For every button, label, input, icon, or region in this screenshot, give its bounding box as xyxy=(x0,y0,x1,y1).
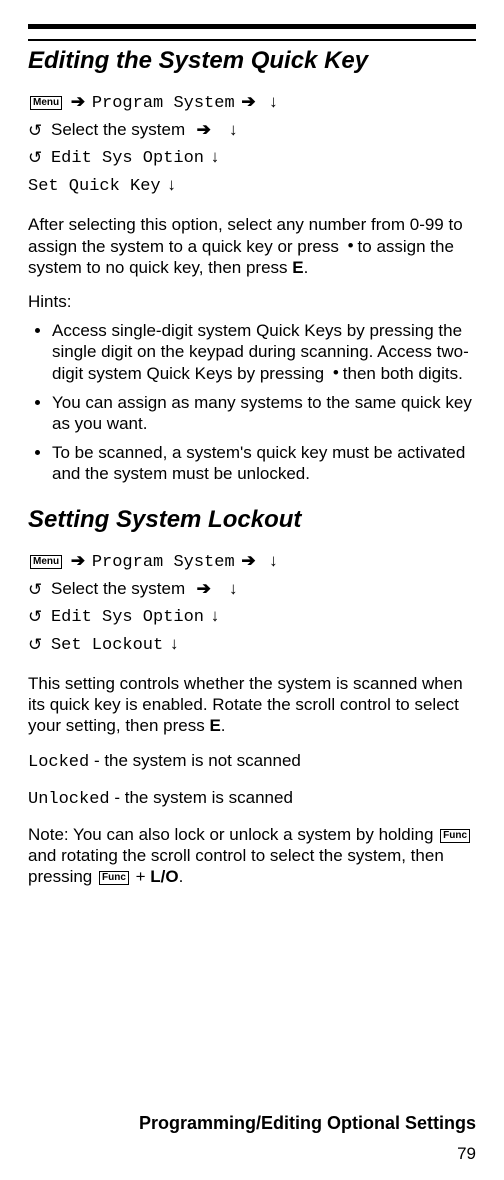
page-number: 79 xyxy=(457,1144,476,1164)
nav-edit-sys-option: Edit Sys Option xyxy=(51,149,204,168)
func-key-icon: Func xyxy=(99,871,129,885)
nav-line-2: Menu ➔ Program System ➔ ↓ ↺ Select the s… xyxy=(28,548,476,659)
right-arrow-icon: ➔ xyxy=(239,92,257,111)
locked-label: Locked xyxy=(28,753,89,772)
nav-select-system-2: Select the system xyxy=(51,579,185,598)
body-paragraph-2: This setting controls whether the system… xyxy=(28,673,476,736)
down-arrow-icon: ↓ xyxy=(267,92,280,111)
nav-select-system: Select the system xyxy=(51,120,185,139)
body-paragraph-1: After selecting this option, select any … xyxy=(28,214,476,278)
menu-key-icon: Menu xyxy=(30,555,62,569)
key-lo: L/O xyxy=(150,867,178,886)
nav-line-1: Menu ➔ Program System ➔ ↓ ↺ Select the s… xyxy=(28,89,476,200)
note-paragraph: Note: You can also lock or unlock a syst… xyxy=(28,824,476,887)
nav-edit-sys-option-2: Edit Sys Option xyxy=(51,608,204,627)
nav-set-quick-key: Set Quick Key xyxy=(28,177,161,196)
nav-set-lockout: Set Lockout xyxy=(51,636,163,655)
list-item: You can assign as many systems to the sa… xyxy=(52,392,476,434)
option-locked: Locked - the system is not scanned xyxy=(28,750,476,773)
rotate-icon: ↺ xyxy=(28,632,42,658)
document-page: Editing the System Quick Key Menu ➔ Prog… xyxy=(0,0,504,887)
right-arrow-icon: ➔ xyxy=(239,551,257,570)
nav-program-system: Program System xyxy=(92,94,235,113)
list-item: To be scanned, a system's quick key must… xyxy=(52,442,476,484)
dot-icon: • xyxy=(344,236,358,255)
down-arrow-icon: ↓ xyxy=(165,175,178,194)
hints-list: Access single-digit system Quick Keys by… xyxy=(28,320,476,484)
top-rule-thick xyxy=(28,24,476,29)
heading-editing-quick-key: Editing the System Quick Key xyxy=(28,47,476,75)
option-unlocked: Unlocked - the system is scanned xyxy=(28,787,476,810)
rotate-icon: ↺ xyxy=(28,604,42,630)
key-e: E xyxy=(292,258,303,277)
rotate-icon: ↺ xyxy=(28,145,42,171)
unlocked-label: Unlocked xyxy=(28,790,110,809)
dot-icon: • xyxy=(329,363,343,382)
down-arrow-icon: ↓ xyxy=(267,551,280,570)
heading-setting-lockout: Setting System Lockout xyxy=(28,506,476,534)
key-e: E xyxy=(209,716,220,735)
down-arrow-icon: ↓ xyxy=(209,606,222,625)
top-rule-thin xyxy=(28,39,476,41)
right-arrow-icon: ➔ xyxy=(195,579,213,598)
down-arrow-icon: ↓ xyxy=(227,579,240,598)
right-arrow-icon: ➔ xyxy=(69,92,87,111)
rotate-icon: ↺ xyxy=(28,577,42,603)
right-arrow-icon: ➔ xyxy=(69,551,87,570)
rotate-icon: ↺ xyxy=(28,118,42,144)
down-arrow-icon: ↓ xyxy=(168,634,181,653)
right-arrow-icon: ➔ xyxy=(195,120,213,139)
list-item: Access single-digit system Quick Keys by… xyxy=(52,320,476,384)
hints-label: Hints: xyxy=(28,292,476,312)
down-arrow-icon: ↓ xyxy=(209,147,222,166)
down-arrow-icon: ↓ xyxy=(227,120,240,139)
func-key-icon: Func xyxy=(440,829,470,843)
footer-section-title: Programming/Editing Optional Settings xyxy=(139,1113,476,1134)
menu-key-icon: Menu xyxy=(30,96,62,110)
nav-program-system-2: Program System xyxy=(92,553,235,572)
